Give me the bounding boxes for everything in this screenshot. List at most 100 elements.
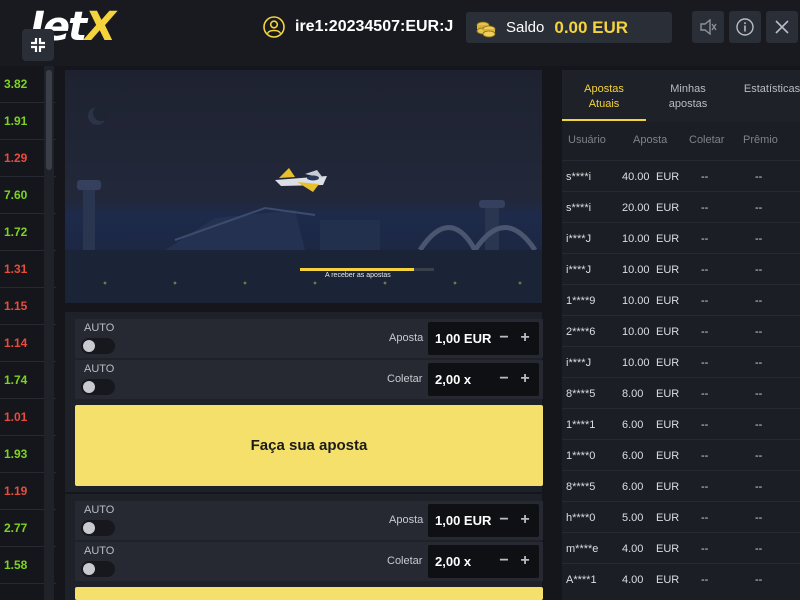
bet-currency: EUR — [656, 512, 680, 524]
bets-table-row: s****i 40.00 EUR -- -- — [562, 160, 800, 191]
auto-collect-label: AUTO — [84, 545, 115, 557]
place-bet-button[interactable]: Faça sua aposta — [75, 405, 543, 486]
game-canvas: A receber as apostas — [65, 70, 542, 303]
auto-collect-toggle[interactable] — [81, 561, 115, 577]
bet-user: i****J — [566, 233, 592, 245]
bets-table-row: 1****0 6.00 EUR -- -- — [562, 439, 800, 470]
bet-amount-label: Aposta — [389, 332, 424, 344]
bets-tabs: Apostas Atuais Minhas apostas Estatísticas — [562, 70, 800, 122]
balance-value: 0.00 EUR — [554, 17, 629, 37]
auto-bet-toggle[interactable] — [81, 338, 115, 354]
bet-prize: -- — [755, 481, 763, 493]
increase-bet-button[interactable]: + — [517, 512, 533, 528]
betting-status-text: A receber as apostas — [325, 272, 391, 279]
bets-table-row: 8****5 8.00 EUR -- -- — [562, 377, 800, 408]
top-header: JetX ire1:20234507:EUR:J Saldo 0.00 EUR — [0, 0, 800, 66]
bet-amount-value: 1,00 EUR — [435, 513, 492, 528]
bet-prize: -- — [755, 419, 763, 431]
increase-multiplier-button[interactable]: + — [517, 553, 533, 569]
bet-collect: -- — [701, 481, 709, 493]
user-icon — [263, 16, 285, 38]
bets-table-row: 1****1 6.00 EUR -- -- — [562, 408, 800, 439]
collect-multiplier-field[interactable]: 2,00 x − + — [428, 545, 539, 578]
bet-currency: EUR — [656, 326, 680, 338]
collect-row-1: AUTO Coletar 2,00 x − + — [75, 360, 543, 399]
auto-collect-toggle[interactable] — [81, 379, 115, 395]
collapse-arrows-icon — [31, 38, 45, 52]
bet-collect: -- — [701, 574, 709, 586]
bet-prize: -- — [755, 512, 763, 524]
coins-icon — [476, 21, 496, 37]
collect-label: Coletar — [387, 373, 423, 385]
tab-statistics[interactable]: Estatísticas — [730, 82, 800, 97]
sound-toggle-button[interactable] — [692, 11, 724, 43]
bet-user: 1****1 — [566, 419, 596, 431]
tab-current-bets[interactable]: Apostas Atuais — [562, 82, 646, 112]
active-tab-indicator — [562, 119, 646, 121]
info-button[interactable] — [729, 11, 761, 43]
bets-table-row: i****J 10.00 EUR -- -- — [562, 222, 800, 253]
bet-amount: 40.00 — [622, 171, 650, 183]
column-header-collect: Coletar — [689, 134, 725, 146]
bet-collect: -- — [701, 171, 709, 183]
collect-row-2: AUTO Coletar 2,00 x − + — [75, 542, 543, 581]
bet-collect: -- — [701, 512, 709, 524]
bet-amount-label: Aposta — [389, 514, 424, 526]
decrease-multiplier-button[interactable]: − — [496, 371, 512, 387]
bet-prize: -- — [755, 388, 763, 400]
bet-currency: EUR — [656, 295, 680, 307]
bet-collect: -- — [701, 326, 709, 338]
decrease-bet-button[interactable]: − — [496, 330, 512, 346]
bet-currency: EUR — [656, 357, 680, 369]
bet-user: A****1 — [566, 574, 597, 586]
multiplier-history: 3.82 1.91 1.29 7.60 1.72 1.31 1.15 1.14 1.74 1.01… — [0, 66, 56, 600]
bet-currency: EUR — [656, 419, 680, 431]
bet-amount: 6.00 — [622, 419, 644, 431]
collect-multiplier-field[interactable]: 2,00 x − + — [428, 363, 539, 396]
betting-progress-bar — [300, 268, 434, 271]
bet-collect: -- — [701, 202, 709, 214]
balance-label: Saldo — [506, 19, 545, 36]
column-header-prize: Prêmio — [743, 134, 778, 146]
bet-collect: -- — [701, 450, 709, 462]
decrease-multiplier-button[interactable]: − — [496, 553, 512, 569]
collect-multiplier-value: 2,00 x — [435, 372, 472, 387]
bets-table-row: 2****6 10.00 EUR -- -- — [562, 315, 800, 346]
bet-collect: -- — [701, 543, 709, 555]
place-bet-button-2[interactable] — [75, 587, 543, 600]
bet-currency: EUR — [656, 543, 680, 555]
bet-collect: -- — [701, 357, 709, 369]
auto-bet-label: AUTO — [84, 322, 115, 334]
decrease-bet-button[interactable]: − — [496, 512, 512, 528]
bet-user: 8****5 — [566, 388, 596, 400]
info-icon — [736, 18, 754, 36]
column-header-bet: Aposta — [633, 134, 668, 146]
tab-my-bets[interactable]: Minhas apostas — [646, 82, 730, 112]
bet-currency: EUR — [656, 171, 680, 183]
bet-user: 1****0 — [566, 450, 596, 462]
bet-user: s****i — [566, 202, 592, 214]
auto-bet-label: AUTO — [84, 504, 115, 516]
increase-bet-button[interactable]: + — [517, 330, 533, 346]
bet-amount-field[interactable]: 1,00 EUR − + — [428, 322, 539, 355]
bet-collect: -- — [701, 388, 709, 400]
bet-amount: 20.00 — [622, 202, 650, 214]
bet-amount: 10.00 — [622, 295, 650, 307]
bet-user: m****e — [566, 543, 599, 555]
increase-multiplier-button[interactable]: + — [517, 371, 533, 387]
bet-currency: EUR — [656, 233, 680, 245]
bet-prize: -- — [755, 543, 763, 555]
bet-amount: 4.00 — [622, 574, 644, 586]
close-button[interactable] — [766, 11, 798, 43]
history-scrollbar[interactable] — [44, 66, 54, 600]
bet-collect: -- — [701, 419, 709, 431]
auto-bet-toggle[interactable] — [81, 520, 115, 536]
collapse-icon[interactable] — [22, 29, 54, 61]
bet-amount-row-2: AUTO Aposta 1,00 EUR − + — [75, 501, 543, 540]
bet-user: i****J — [566, 264, 592, 276]
bet-amount-field[interactable]: 1,00 EUR − + — [428, 504, 539, 537]
bet-currency: EUR — [656, 388, 680, 400]
auto-collect-label: AUTO — [84, 363, 115, 375]
bet-prize: -- — [755, 295, 763, 307]
bet-user: h****0 — [566, 512, 596, 524]
